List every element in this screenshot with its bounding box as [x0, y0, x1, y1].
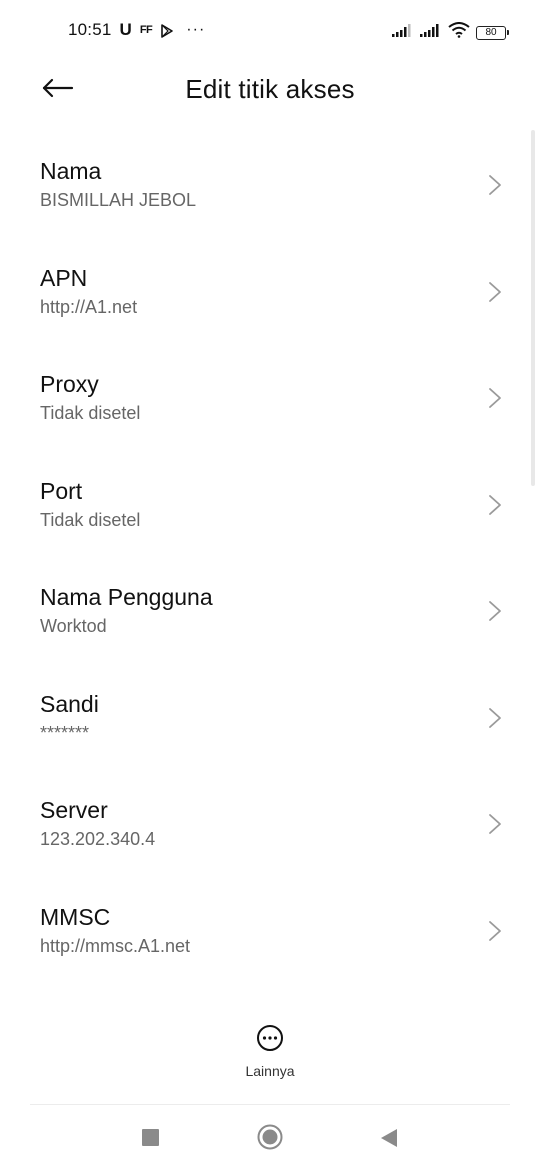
setting-mmsc[interactable]: MMSC http://mmsc.A1.net: [0, 876, 540, 983]
divider: [30, 1104, 510, 1105]
triangle-icon[interactable]: [380, 1128, 398, 1148]
setting-title: Port: [40, 477, 83, 504]
setting-title: Nama: [40, 158, 102, 184]
setting-server[interactable]: Server 123.202.340.4: [0, 769, 540, 876]
chevron-right-icon: [489, 920, 501, 941]
play-store-icon: [160, 23, 174, 38]
more-notifications-icon: ···: [186, 21, 206, 38]
setting-port[interactable]: Port Tidak disetel: [0, 450, 540, 557]
setting-value: Tidak disetel: [40, 509, 141, 530]
notification-u-icon: U: [119, 20, 132, 39]
wifi-icon: [448, 22, 470, 43]
setting-nama[interactable]: Nama BISMILLAH JEBOL: [0, 130, 540, 237]
setting-value: *******: [40, 722, 90, 743]
more-button[interactable]: Lainnya: [220, 1024, 320, 1084]
chevron-right-icon: [489, 494, 501, 515]
more-horizontal-icon: [256, 1024, 284, 1057]
signal-icon: [420, 23, 442, 42]
setting-value: Tidak disetel: [40, 403, 141, 423]
setting-value: 123.202.340.4: [40, 829, 156, 849]
notification-ff-icon: FF: [139, 24, 153, 36]
page-title: Edit titik akses: [185, 74, 355, 104]
setting-sandi[interactable]: Sandi *******: [0, 663, 540, 770]
settings-list: Nama BISMILLAH JEBOL APN http://A1.net P…: [0, 130, 540, 982]
chevron-right-icon: [489, 175, 501, 195]
chevron-right-icon: [489, 814, 501, 834]
chevron-right-icon: [489, 388, 501, 408]
chevron-right-icon: [489, 601, 501, 621]
setting-value: http://mmsc.A1.net: [40, 935, 191, 956]
chevron-right-icon: [489, 707, 501, 728]
setting-title: APN: [40, 264, 88, 291]
setting-nama-pengguna[interactable]: Nama Pengguna Worktod: [0, 556, 540, 663]
status-left: 10:51 U FF ···: [68, 20, 205, 40]
setting-apn[interactable]: APN http://A1.net: [0, 237, 540, 344]
title-bar: Edit titik akses: [0, 62, 540, 118]
status-right: 80: [392, 22, 509, 43]
circle-icon[interactable]: [257, 1124, 283, 1150]
setting-title: Nama Pengguna: [40, 584, 213, 610]
setting-title: Server: [40, 797, 108, 823]
setting-value: Worktod: [40, 616, 107, 636]
setting-value: http://A1.net: [40, 296, 138, 317]
setting-title: Sandi: [40, 690, 99, 717]
setting-value: BISMILLAH JEBOL: [40, 190, 197, 210]
setting-title: MMSC: [40, 903, 111, 930]
chevron-right-icon: [489, 281, 501, 302]
status-time: 10:51: [68, 20, 112, 39]
navigation-bar: [0, 1110, 540, 1170]
status-bar: 10:51 U FF ··· 80: [0, 0, 540, 62]
square-icon[interactable]: [142, 1129, 159, 1146]
signal-icon: [392, 23, 414, 42]
more-label: Lainnya: [245, 1063, 295, 1079]
setting-title: Proxy: [40, 371, 99, 397]
setting-proxy[interactable]: Proxy Tidak disetel: [0, 343, 540, 450]
battery-icon: 80: [476, 25, 509, 40]
